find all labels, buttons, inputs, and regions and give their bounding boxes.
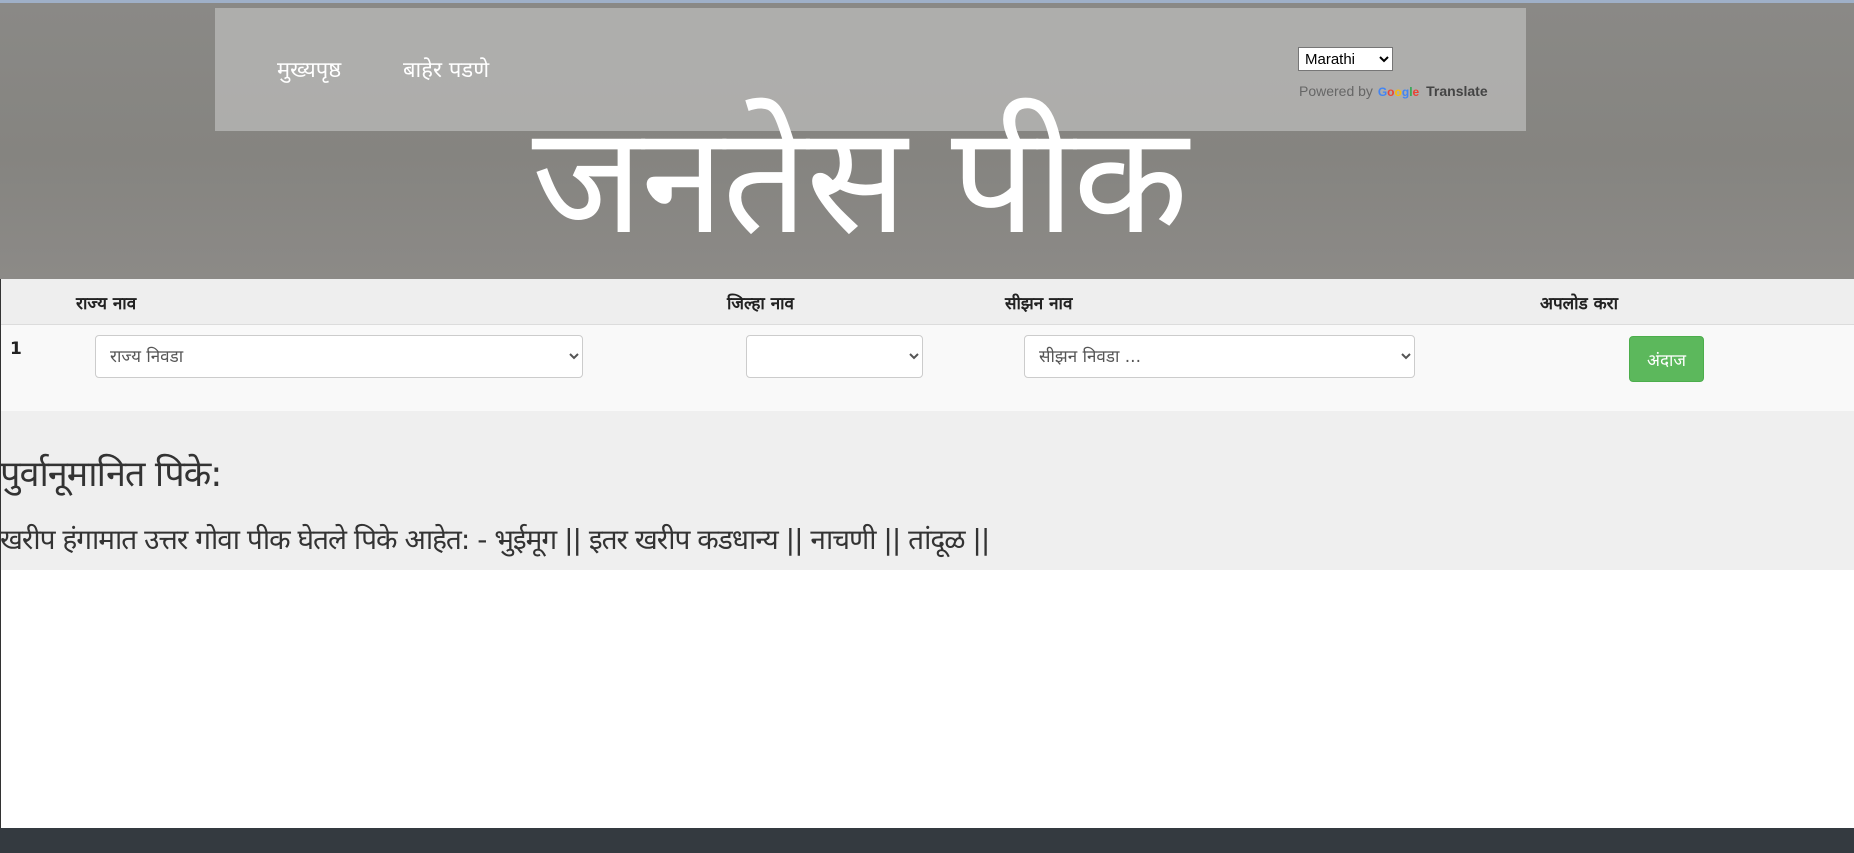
district-select[interactable] <box>746 335 923 378</box>
results-text: खरीप हंगामात उत्तर गोवा पीक घेतले पिके आ… <box>0 523 990 556</box>
row-number: 1 <box>10 339 22 359</box>
page-title: जनतेस पीक <box>531 94 1188 268</box>
table-header: राज्य नाव जिल्हा नाव सीझन नाव अपलोड करा <box>0 279 1854 325</box>
header-district-name: जिल्हा नाव <box>727 294 794 314</box>
language-select[interactable]: Marathi <box>1298 47 1393 71</box>
nav-home-link[interactable]: मुख्यपृष्ठ <box>277 54 341 84</box>
hero-banner: मुख्यपृष्ठ बाहेर पडणे Marathi Powered by… <box>0 0 1854 279</box>
season-select[interactable]: सीझन निवडा ... <box>1024 335 1415 378</box>
prediction-results: पुर्वानूमानित पिके: खरीप हंगामात उत्तर ग… <box>0 411 1854 570</box>
page-left-border <box>0 279 1 828</box>
results-heading: पुर्वानूमानित पिके: <box>0 454 222 495</box>
state-select[interactable]: राज्य निवडा <box>95 335 583 378</box>
header-season-name: सीझन नाव <box>1005 294 1073 314</box>
nav-logout-link[interactable]: बाहेर पडणे <box>403 54 489 84</box>
header-upload: अपलोड करा <box>1540 294 1618 314</box>
table-row: 1 राज्य निवडा सीझन निवडा ... अंदाज <box>0 325 1854 411</box>
predict-button[interactable]: अंदाज <box>1629 336 1704 382</box>
header-state-name: राज्य नाव <box>76 294 137 314</box>
footer <box>0 828 1854 853</box>
